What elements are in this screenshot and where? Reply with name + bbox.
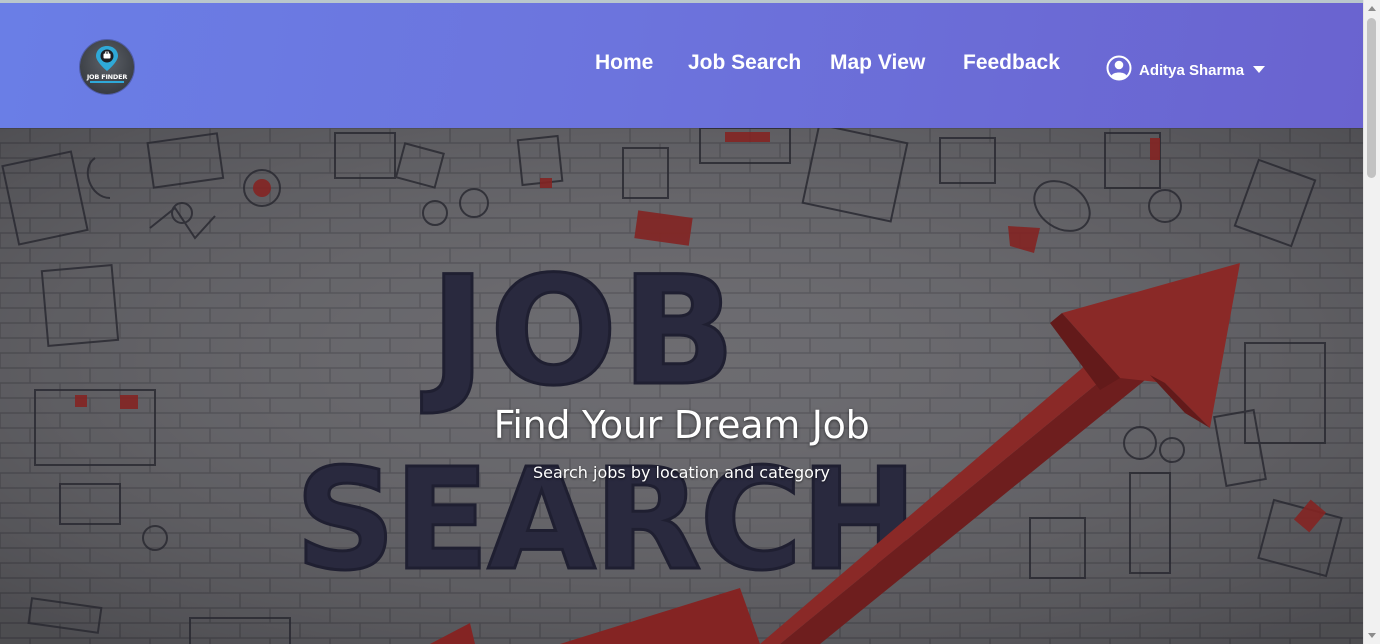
hero-subtitle: Search jobs by location and category bbox=[532, 463, 831, 482]
nav-link-feedback[interactable]: Feedback bbox=[963, 51, 1060, 75]
hero-banner: JOB SEARCH Find Your Dream Job Search jo… bbox=[0, 128, 1363, 644]
vertical-scrollbar[interactable] bbox=[1363, 0, 1380, 644]
scroll-down-arrow-icon[interactable] bbox=[1368, 633, 1376, 638]
job-finder-logo[interactable]: JOB FINDER bbox=[80, 40, 134, 94]
nav-link-map-view[interactable]: Map View bbox=[830, 51, 925, 75]
scroll-up-arrow-icon[interactable] bbox=[1368, 6, 1376, 11]
page-viewport: JOB FINDER Home Job Search Map View Feed… bbox=[0, 0, 1363, 644]
nav-link-job-search[interactable]: Job Search bbox=[688, 51, 801, 75]
logo-text: JOB FINDER bbox=[86, 73, 128, 81]
scroll-thumb[interactable] bbox=[1367, 18, 1376, 178]
caret-down-icon bbox=[1253, 66, 1265, 73]
user-circle-icon bbox=[1106, 55, 1132, 81]
hero-title: Find Your Dream Job bbox=[493, 403, 870, 447]
nav-link-home[interactable]: Home bbox=[595, 51, 653, 75]
navbar: JOB FINDER Home Job Search Map View Feed… bbox=[0, 3, 1363, 128]
user-name: Aditya Sharma bbox=[1139, 62, 1245, 79]
hero-overlay bbox=[0, 128, 1363, 644]
logo-pin-icon bbox=[90, 46, 124, 83]
